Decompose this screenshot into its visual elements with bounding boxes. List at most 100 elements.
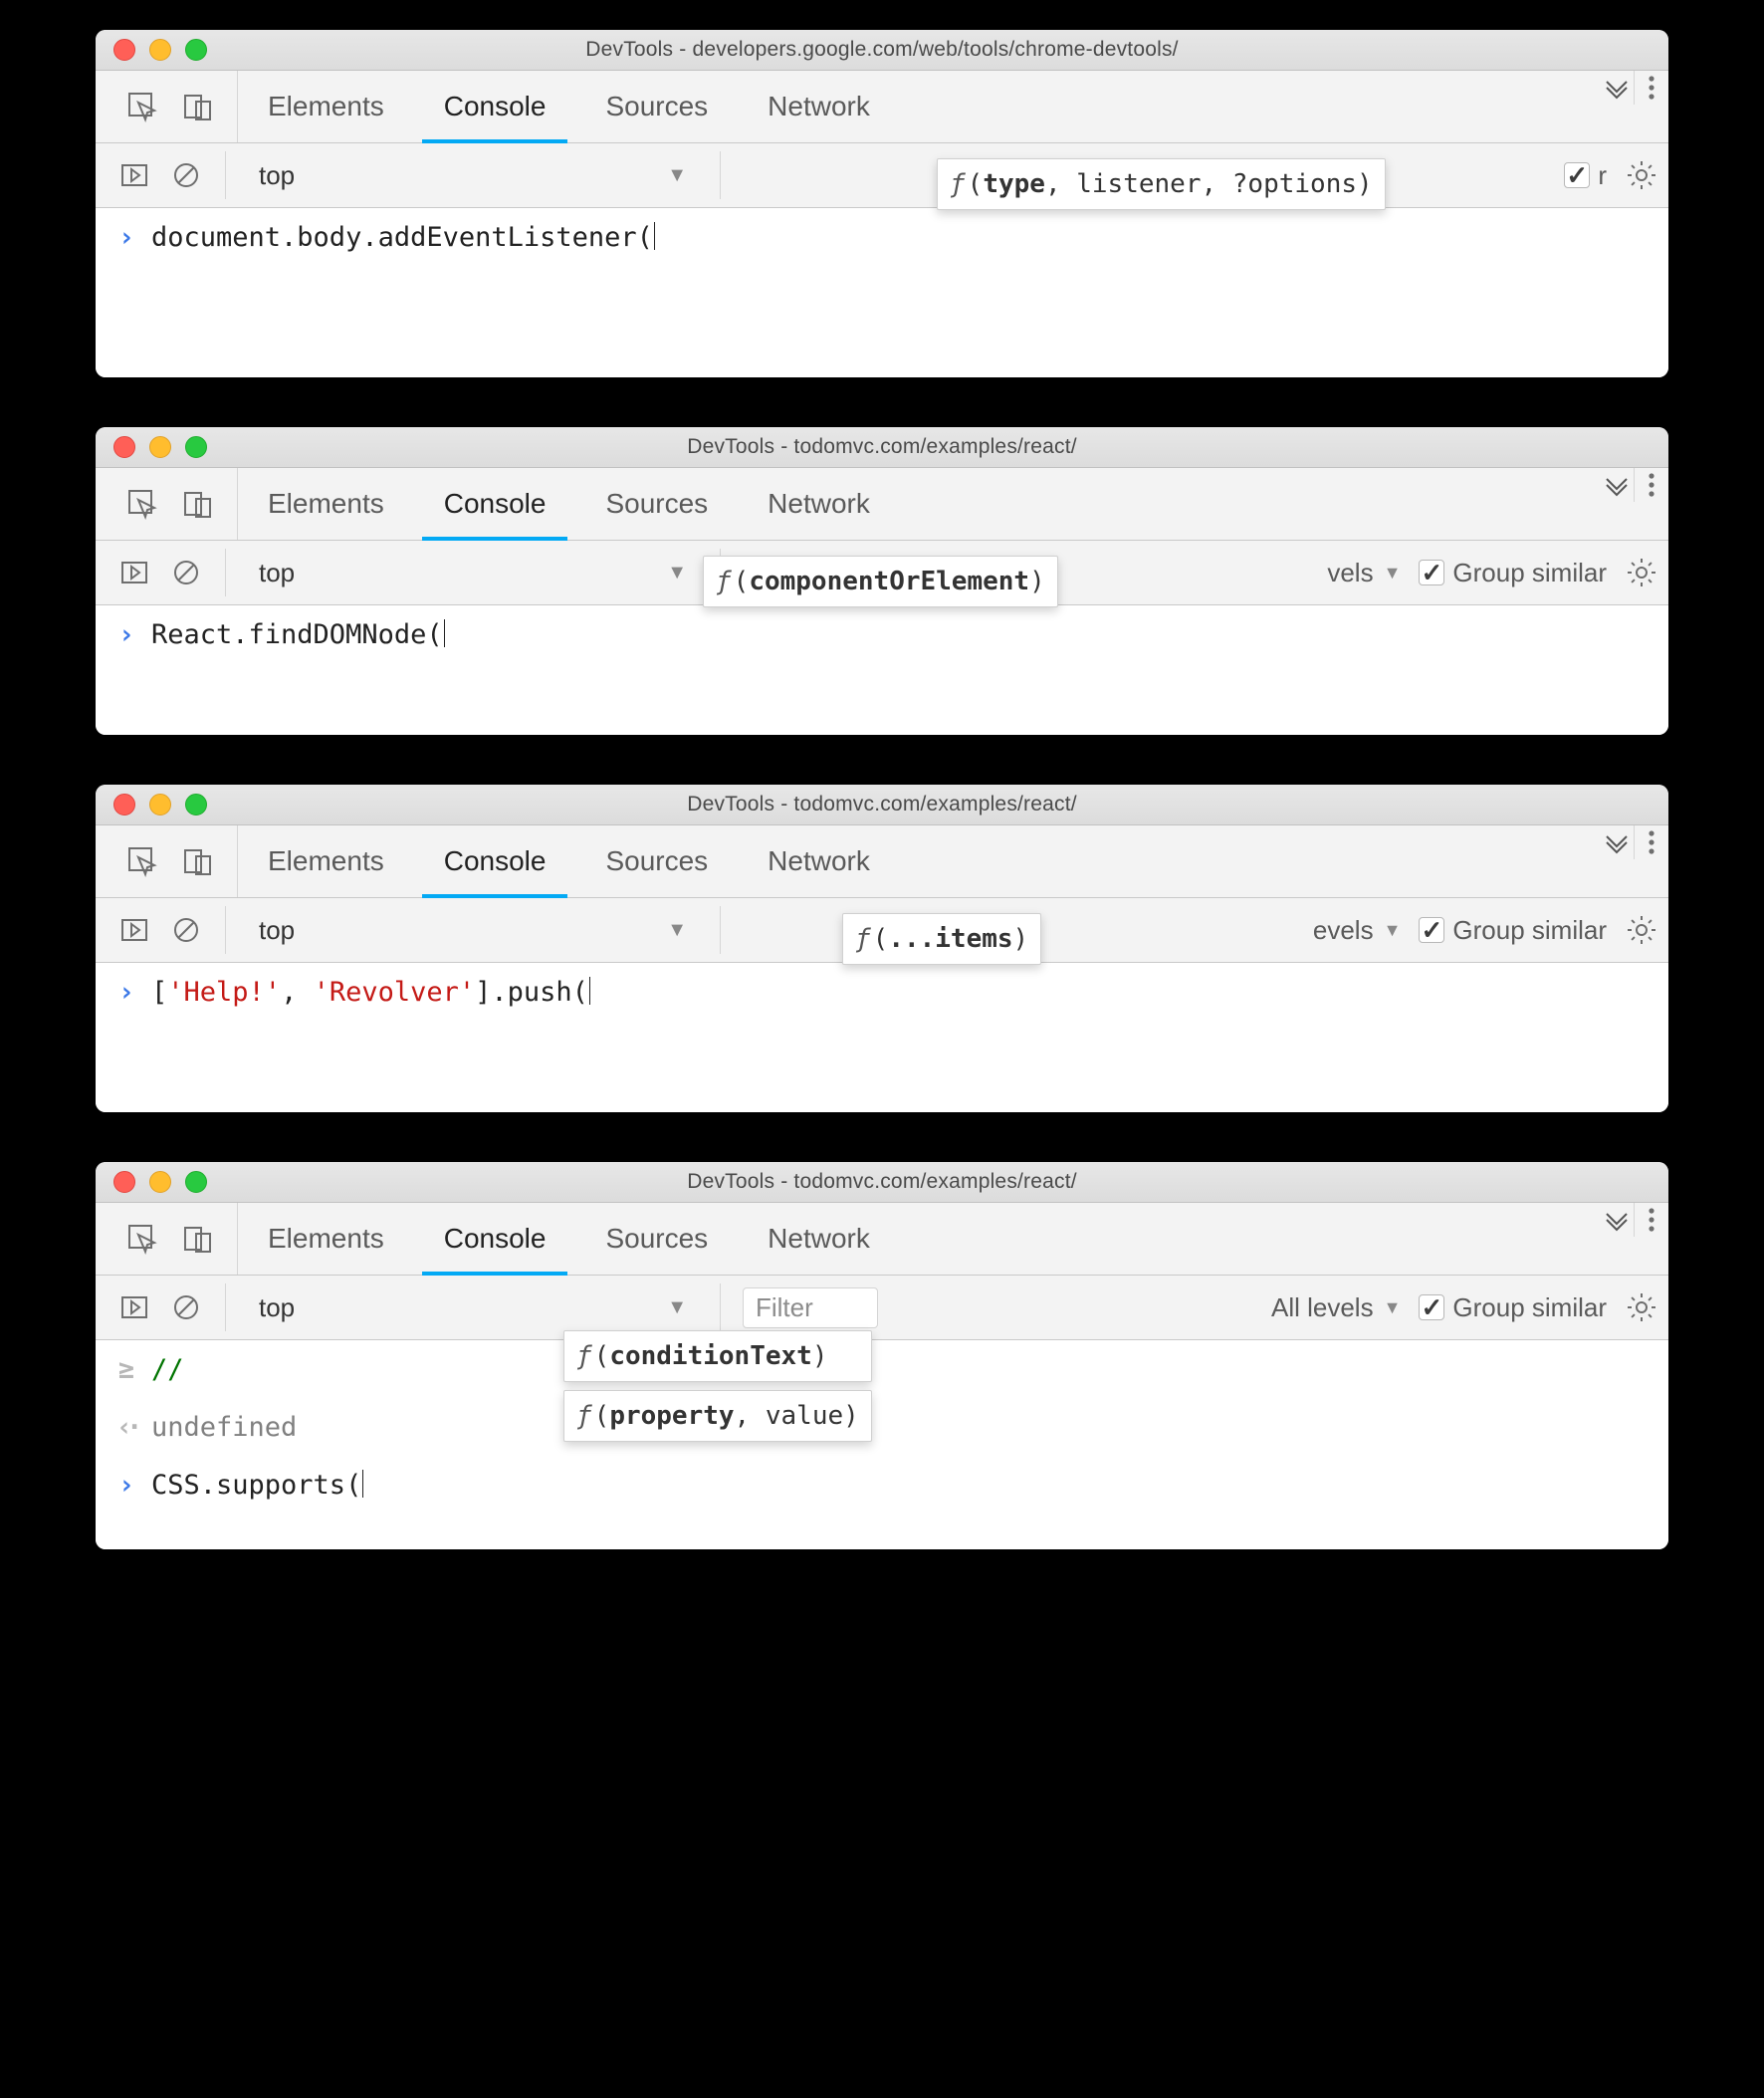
tab-console[interactable]: Console bbox=[414, 468, 576, 540]
console-row: ›['Help!', 'Revolver'].push( bbox=[96, 963, 1668, 1021]
checkbox-icon[interactable]: ✓ bbox=[1419, 560, 1444, 585]
toggle-console-drawer-button[interactable] bbox=[117, 913, 151, 947]
tabs-row: ElementsConsoleSourcesNetwork bbox=[96, 468, 1668, 541]
device-toggle-button[interactable] bbox=[181, 487, 215, 521]
checkbox-icon[interactable]: ✓ bbox=[1419, 1294, 1444, 1320]
clear-console-button[interactable] bbox=[169, 1290, 203, 1324]
execution-context-select[interactable]: top▼ bbox=[248, 910, 698, 951]
chevron-down-icon: ▼ bbox=[1384, 563, 1402, 583]
tab-sources[interactable]: Sources bbox=[575, 1203, 738, 1275]
checkbox-icon[interactable]: ✓ bbox=[1419, 917, 1444, 943]
tab-sources[interactable]: Sources bbox=[575, 468, 738, 540]
signature-tooltip: ƒ(...items) bbox=[842, 913, 1041, 965]
group-similar-toggle[interactable]: ✓r bbox=[1564, 160, 1607, 191]
console-output: // bbox=[151, 1350, 184, 1390]
yellow-dot-icon[interactable] bbox=[149, 436, 171, 458]
traffic-lights[interactable] bbox=[113, 794, 207, 816]
tab-console[interactable]: Console bbox=[414, 1203, 576, 1275]
toggle-console-drawer-button[interactable] bbox=[117, 1290, 151, 1324]
select-element-button[interactable] bbox=[125, 844, 159, 878]
console-body[interactable]: ›['Help!', 'Revolver'].push(ƒ(...items) bbox=[96, 963, 1668, 1112]
tab-network[interactable]: Network bbox=[738, 71, 900, 142]
yellow-dot-icon[interactable] bbox=[149, 794, 171, 816]
group-similar-toggle[interactable]: ✓Group similar bbox=[1419, 915, 1607, 946]
chevron-down-icon: ▼ bbox=[1384, 1297, 1402, 1318]
console-settings-button[interactable] bbox=[1625, 158, 1658, 192]
console-settings-button[interactable] bbox=[1625, 1290, 1658, 1324]
traffic-lights[interactable] bbox=[113, 436, 207, 458]
green-dot-icon[interactable] bbox=[185, 794, 207, 816]
console-input[interactable]: React.findDOMNode( bbox=[151, 615, 445, 655]
prompt-icon: › bbox=[115, 1466, 137, 1506]
tabs-overflow-button[interactable] bbox=[1600, 825, 1634, 859]
execution-context-select[interactable]: top▼ bbox=[248, 1287, 698, 1328]
devtools-menu-button[interactable] bbox=[1634, 1203, 1668, 1237]
tabs-overflow-button[interactable] bbox=[1600, 1203, 1634, 1237]
tab-sources[interactable]: Sources bbox=[575, 825, 738, 897]
checkbox-icon[interactable]: ✓ bbox=[1564, 162, 1590, 188]
clear-console-button[interactable] bbox=[169, 913, 203, 947]
console-input[interactable]: CSS.supports( bbox=[151, 1466, 363, 1506]
caret-icon bbox=[589, 977, 590, 1005]
execution-context-select[interactable]: top▼ bbox=[248, 553, 698, 593]
red-dot-icon[interactable] bbox=[113, 39, 135, 61]
select-element-button[interactable] bbox=[125, 487, 159, 521]
execution-context-select[interactable]: top▼ bbox=[248, 155, 698, 196]
red-dot-icon[interactable] bbox=[113, 794, 135, 816]
tabs-overflow-button[interactable] bbox=[1600, 468, 1634, 502]
tab-sources[interactable]: Sources bbox=[575, 71, 738, 142]
select-element-button[interactable] bbox=[125, 1222, 159, 1256]
tabs-row: ElementsConsoleSourcesNetwork bbox=[96, 1203, 1668, 1276]
yellow-dot-icon[interactable] bbox=[149, 1171, 171, 1193]
tab-elements[interactable]: Elements bbox=[238, 825, 414, 897]
group-similar-toggle[interactable]: ✓Group similar bbox=[1419, 1292, 1607, 1323]
tabs-overflow-button[interactable] bbox=[1600, 71, 1634, 105]
select-element-button[interactable] bbox=[125, 90, 159, 123]
signature-tooltip: ƒ(conditionText) bbox=[563, 1330, 872, 1382]
filter-input[interactable]: Filter bbox=[743, 1287, 878, 1328]
red-dot-icon[interactable] bbox=[113, 1171, 135, 1193]
console-body[interactable]: ›React.findDOMNode(ƒ(componentOrElement) bbox=[96, 605, 1668, 735]
console-row: ›React.findDOMNode( bbox=[96, 605, 1668, 663]
clear-console-button[interactable] bbox=[169, 158, 203, 192]
console-body[interactable]: ≥//‹·undefined›CSS.supports(ƒ(conditionT… bbox=[96, 1340, 1668, 1549]
console-row: ›document.body.addEventListener( bbox=[96, 208, 1668, 266]
traffic-lights[interactable] bbox=[113, 1171, 207, 1193]
tab-elements[interactable]: Elements bbox=[238, 71, 414, 142]
device-toggle-button[interactable] bbox=[181, 844, 215, 878]
tab-elements[interactable]: Elements bbox=[238, 468, 414, 540]
device-toggle-button[interactable] bbox=[181, 1222, 215, 1256]
traffic-lights[interactable] bbox=[113, 39, 207, 61]
clear-console-button[interactable] bbox=[169, 556, 203, 589]
console-body[interactable]: ›document.body.addEventListener(ƒ(type, … bbox=[96, 208, 1668, 377]
log-levels-select[interactable]: evels▼ bbox=[1313, 915, 1402, 946]
devtools-menu-button[interactable] bbox=[1634, 468, 1668, 502]
chevron-down-icon: ▼ bbox=[667, 164, 687, 187]
console-input[interactable]: ['Help!', 'Revolver'].push( bbox=[151, 973, 590, 1013]
group-similar-toggle[interactable]: ✓Group similar bbox=[1419, 558, 1607, 588]
tabs-row: ElementsConsoleSourcesNetwork bbox=[96, 71, 1668, 143]
tab-network[interactable]: Network bbox=[738, 1203, 900, 1275]
tab-console[interactable]: Console bbox=[414, 71, 576, 142]
console-settings-button[interactable] bbox=[1625, 913, 1658, 947]
green-dot-icon[interactable] bbox=[185, 436, 207, 458]
tab-elements[interactable]: Elements bbox=[238, 1203, 414, 1275]
devtools-menu-button[interactable] bbox=[1634, 825, 1668, 859]
green-dot-icon[interactable] bbox=[185, 39, 207, 61]
tab-network[interactable]: Network bbox=[738, 468, 900, 540]
red-dot-icon[interactable] bbox=[113, 436, 135, 458]
yellow-dot-icon[interactable] bbox=[149, 39, 171, 61]
green-dot-icon[interactable] bbox=[185, 1171, 207, 1193]
device-toggle-button[interactable] bbox=[181, 90, 215, 123]
tab-network[interactable]: Network bbox=[738, 825, 900, 897]
devtools-menu-button[interactable] bbox=[1634, 71, 1668, 105]
toggle-console-drawer-button[interactable] bbox=[117, 556, 151, 589]
console-settings-button[interactable] bbox=[1625, 556, 1658, 589]
log-levels-select[interactable]: vels▼ bbox=[1327, 558, 1401, 588]
tab-console[interactable]: Console bbox=[414, 825, 576, 897]
toggle-console-drawer-button[interactable] bbox=[117, 158, 151, 192]
log-levels-select[interactable]: All levels▼ bbox=[1271, 1292, 1401, 1323]
signature-tooltip: ƒ(property, value) bbox=[563, 1390, 872, 1442]
console-input[interactable]: document.body.addEventListener( bbox=[151, 218, 655, 258]
chevron-down-icon: ▼ bbox=[667, 919, 687, 942]
